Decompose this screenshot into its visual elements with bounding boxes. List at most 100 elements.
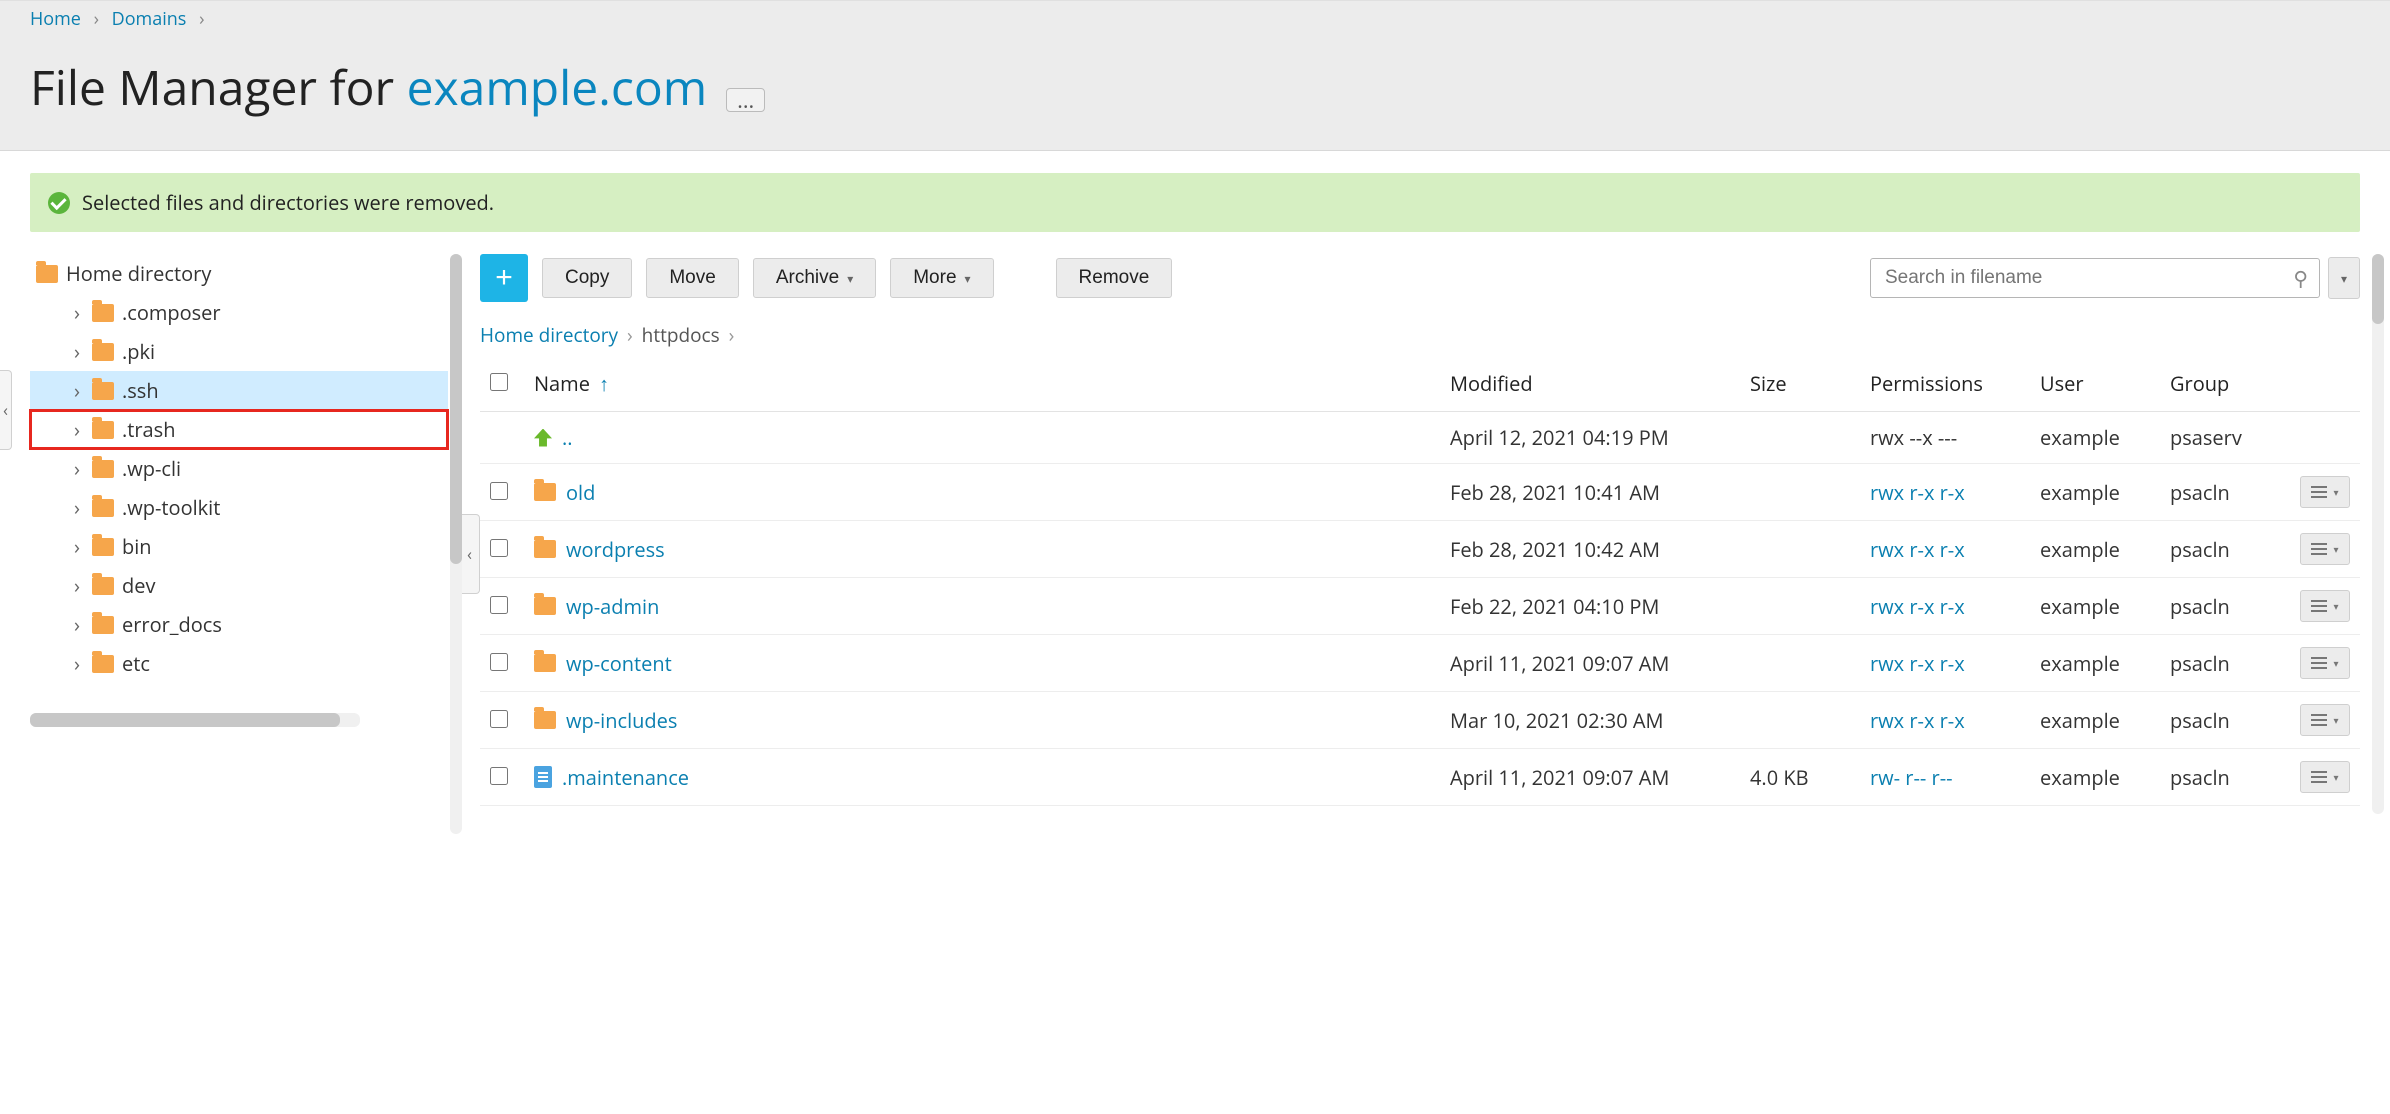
more-actions-icon[interactable]: …: [726, 88, 765, 112]
breadcrumb-domains[interactable]: Domains: [112, 7, 187, 31]
cell-user: example: [2030, 521, 2160, 578]
tree-item-dev[interactable]: ›dev: [30, 566, 448, 605]
panel-vertical-scrollbar[interactable]: [2372, 254, 2384, 814]
row-checkbox[interactable]: [490, 710, 508, 728]
cell-modified: April 11, 2021 09:07 AM: [1440, 635, 1740, 692]
search-icon[interactable]: ⚲: [2293, 265, 2308, 292]
row-checkbox[interactable]: [490, 482, 508, 500]
tree-item-composer[interactable]: ›.composer: [30, 293, 448, 332]
breadcrumb: Home › Domains ›: [0, 0, 2390, 37]
cell-group: psacln: [2160, 749, 2290, 806]
copy-button[interactable]: Copy: [542, 258, 632, 298]
table-row[interactable]: old Feb 28, 2021 10:41 AM rwx r-x r-x examp…: [480, 464, 2360, 521]
tree-item-label: .ssh: [122, 377, 159, 404]
path-root[interactable]: Home directory: [480, 322, 618, 348]
row-actions-button[interactable]: ▾: [2300, 704, 2350, 736]
permissions-link[interactable]: rwx r-x r-x: [1870, 479, 1965, 506]
permissions-link[interactable]: rwx r-x r-x: [1870, 707, 1965, 734]
column-size[interactable]: Size: [1740, 356, 1860, 412]
tree-item-ssh[interactable]: ›.ssh: [30, 371, 448, 410]
tree-item-trash[interactable]: ›.trash: [30, 410, 448, 449]
tree-item-error-docs[interactable]: ›error_docs: [30, 605, 448, 644]
column-user[interactable]: User: [2030, 356, 2160, 412]
cell-modified: Feb 28, 2021 10:41 AM: [1440, 464, 1740, 521]
file-name-link[interactable]: wordpress: [566, 536, 665, 563]
page-title: File Manager for example.com: [30, 55, 707, 120]
permissions-link[interactable]: rwx r-x r-x: [1870, 650, 1965, 677]
folder-icon: [534, 654, 556, 672]
row-actions-button[interactable]: ▾: [2300, 647, 2350, 679]
tree-item-wp-cli[interactable]: ›.wp-cli: [30, 449, 448, 488]
row-checkbox[interactable]: [490, 539, 508, 557]
row-actions-button[interactable]: ▾: [2300, 761, 2350, 793]
row-checkbox[interactable]: [490, 653, 508, 671]
column-permissions[interactable]: Permissions: [1860, 356, 2030, 412]
cell-group: psacln: [2160, 635, 2290, 692]
cell-group: psacln: [2160, 692, 2290, 749]
breadcrumb-home[interactable]: Home: [30, 7, 81, 31]
folder-icon: [534, 483, 556, 501]
chevron-right-icon: ›: [94, 7, 99, 31]
cell-user: example: [2030, 635, 2160, 692]
more-button[interactable]: More▾: [890, 258, 993, 298]
hamburger-icon: [2311, 548, 2327, 550]
file-name-link[interactable]: wp-admin: [566, 593, 659, 620]
file-name-link[interactable]: old: [566, 479, 595, 506]
tree-root[interactable]: Home directory: [30, 254, 448, 293]
row-checkbox[interactable]: [490, 767, 508, 785]
table-row[interactable]: wp-adminFeb 22, 2021 04:10 PMrwx r-x r-x…: [480, 578, 2360, 635]
collapse-sidebar-handle[interactable]: ‹: [460, 514, 480, 594]
hamburger-icon: [2311, 491, 2327, 493]
tree-item-bin[interactable]: ›bin: [30, 527, 448, 566]
row-actions-button[interactable]: ▾: [2300, 476, 2350, 508]
file-name-link[interactable]: wp-content: [566, 650, 672, 677]
title-domain: example.com: [407, 55, 708, 120]
search-input[interactable]: [1870, 258, 2320, 298]
permissions-link[interactable]: rw- r-- r--: [1870, 764, 1953, 791]
cell-user: example: [2030, 749, 2160, 806]
folder-icon: [92, 499, 114, 517]
chevron-right-icon: ›: [199, 7, 204, 31]
check-circle-icon: [48, 192, 70, 214]
chevron-right-icon: ›: [627, 322, 633, 348]
table-row[interactable]: wp-includesMar 10, 2021 02:30 AMrwx r-x …: [480, 692, 2360, 749]
search-options-button[interactable]: ▾: [2328, 257, 2360, 299]
hamburger-icon: [2311, 605, 2327, 607]
parent-directory-row[interactable]: .. April 12, 2021 04:19 PM rwx --x --- e…: [480, 412, 2360, 464]
column-group[interactable]: Group: [2160, 356, 2290, 412]
chevron-right-icon: ›: [70, 416, 84, 443]
archive-button[interactable]: Archive▾: [753, 258, 876, 298]
tree-item-etc[interactable]: ›etc: [30, 644, 448, 683]
file-name-link[interactable]: wp-includes: [566, 707, 677, 734]
row-actions-button[interactable]: ▾: [2300, 533, 2350, 565]
select-all-checkbox[interactable]: [490, 373, 508, 391]
folder-icon: [92, 616, 114, 634]
chevron-down-icon: ▾: [965, 272, 971, 286]
table-row[interactable]: .maintenanceApril 11, 2021 09:07 AM4.0 K…: [480, 749, 2360, 806]
folder-icon: [92, 382, 114, 400]
row-checkbox[interactable]: [490, 596, 508, 614]
left-edge-handle[interactable]: ‹: [0, 370, 12, 450]
tree-vertical-scrollbar[interactable]: [450, 254, 462, 834]
chevron-down-icon: ▾: [847, 272, 853, 286]
tree-horizontal-scrollbar[interactable]: [30, 713, 360, 727]
folder-icon: [36, 265, 58, 283]
move-button[interactable]: Move: [646, 258, 738, 298]
tree-item-label: .wp-cli: [122, 455, 181, 482]
remove-button[interactable]: Remove: [1056, 258, 1173, 298]
cell-size: [1740, 464, 1860, 521]
parent-dir-link[interactable]: ..: [562, 424, 573, 451]
cell-user: example: [2030, 464, 2160, 521]
folder-icon: [92, 538, 114, 556]
table-row[interactable]: wordpressFeb 28, 2021 10:42 AMrwx r-x r-…: [480, 521, 2360, 578]
table-row[interactable]: wp-content April 11, 2021 09:07 AM rwx r-x…: [480, 635, 2360, 692]
column-name[interactable]: Name ↑: [524, 356, 1440, 412]
add-button[interactable]: +: [480, 254, 528, 302]
tree-item-pki[interactable]: ›.pki: [30, 332, 448, 371]
file-name-link[interactable]: .maintenance: [562, 764, 689, 791]
permissions-link[interactable]: rwx r-x r-x: [1870, 593, 1965, 620]
column-modified[interactable]: Modified: [1440, 356, 1740, 412]
permissions-link[interactable]: rwx r-x r-x: [1870, 536, 1965, 563]
tree-item-wp-toolkit[interactable]: ›.wp-toolkit: [30, 488, 448, 527]
row-actions-button[interactable]: ▾: [2300, 590, 2350, 622]
